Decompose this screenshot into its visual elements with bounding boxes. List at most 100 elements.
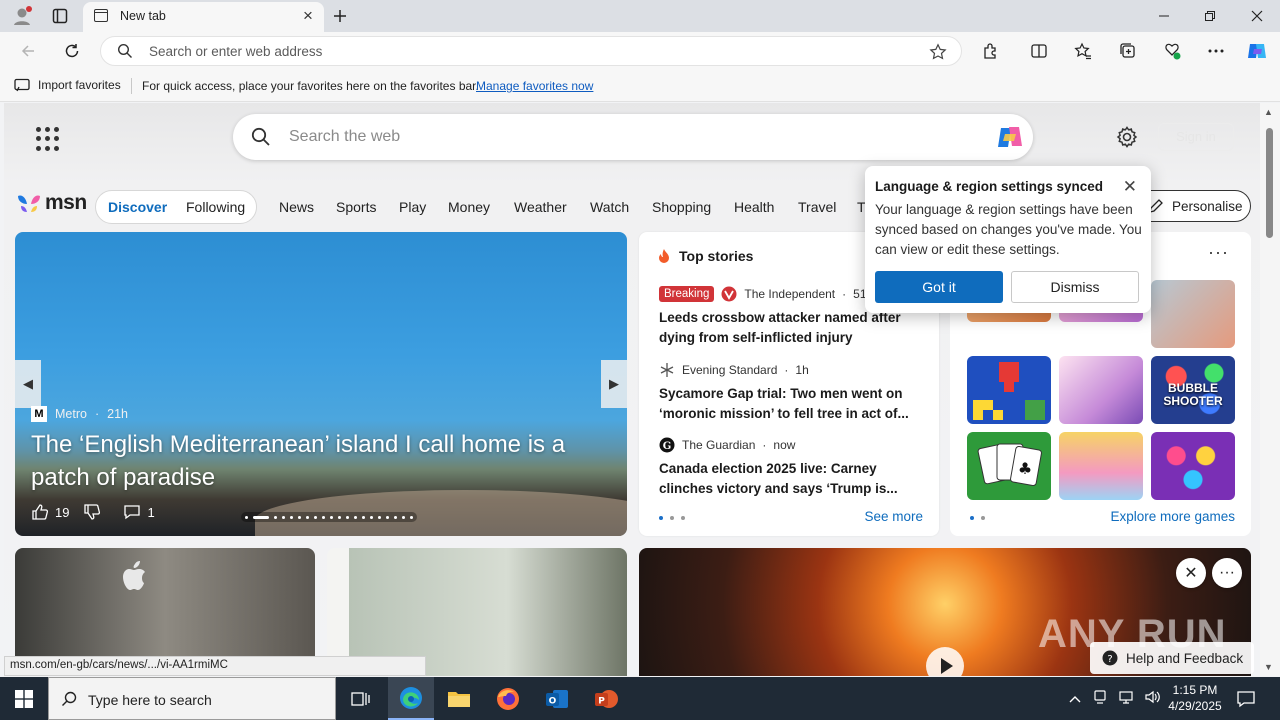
task-view-icon[interactable] bbox=[338, 677, 384, 720]
carousel-dot[interactable] bbox=[338, 515, 341, 519]
carousel-dot[interactable] bbox=[346, 515, 349, 519]
tab-following[interactable]: Following bbox=[186, 199, 245, 215]
scroll-up-icon[interactable]: ▲ bbox=[1264, 107, 1273, 117]
story-item[interactable]: Evening Standard · 1h Sycamore Gap trial… bbox=[659, 360, 921, 424]
favorite-star-icon[interactable] bbox=[929, 43, 947, 61]
play-icon[interactable] bbox=[925, 646, 965, 676]
category-sports[interactable]: Sports bbox=[336, 199, 376, 215]
carousel-prev-button[interactable]: ◀ bbox=[15, 360, 41, 408]
sign-in-button[interactable]: Sign in bbox=[1158, 123, 1234, 151]
category-health[interactable]: Health bbox=[734, 199, 774, 215]
carousel-dot[interactable] bbox=[245, 515, 248, 519]
copilot-search-icon[interactable] bbox=[995, 122, 1025, 152]
carousel-dot[interactable] bbox=[322, 515, 325, 519]
volume-icon[interactable] bbox=[1144, 689, 1160, 708]
favorites-icon[interactable] bbox=[1072, 40, 1094, 62]
games-more-icon[interactable]: ··· bbox=[1208, 242, 1229, 263]
carousel-dot[interactable] bbox=[362, 515, 365, 519]
category-shopping[interactable]: Shopping bbox=[652, 199, 711, 215]
edge-taskbar-icon[interactable] bbox=[388, 677, 434, 720]
app-launcher-icon[interactable] bbox=[36, 127, 60, 151]
top-stories-pager[interactable] bbox=[659, 516, 685, 520]
carousel-next-button[interactable]: ▶ bbox=[601, 360, 627, 408]
start-button[interactable] bbox=[0, 677, 48, 720]
card-more-icon[interactable]: ··· bbox=[1212, 558, 1242, 588]
tray-device-icon[interactable] bbox=[1092, 689, 1108, 708]
back-button[interactable] bbox=[13, 37, 43, 65]
page-scrollbar[interactable]: ▲ ▼ bbox=[1260, 103, 1280, 676]
game-tile-makeup-brushes[interactable] bbox=[1059, 356, 1143, 424]
msn-logo[interactable]: msn bbox=[16, 191, 87, 215]
scrollbar-thumb[interactable] bbox=[1266, 128, 1273, 238]
dismiss-card-icon[interactable]: ✕ bbox=[1176, 558, 1206, 588]
carousel-dots[interactable] bbox=[241, 512, 417, 522]
browser-essentials-icon[interactable] bbox=[1161, 40, 1183, 62]
scroll-down-icon[interactable]: ▼ bbox=[1264, 662, 1273, 672]
category-watch[interactable]: Watch bbox=[590, 199, 629, 215]
new-tab-plus-icon[interactable] bbox=[328, 4, 352, 28]
more-menu-icon[interactable] bbox=[1205, 40, 1227, 62]
tab-new-tab[interactable]: New tab × bbox=[83, 2, 324, 32]
category-news[interactable]: News bbox=[279, 199, 314, 215]
story-item[interactable]: G The Guardian · now Canada election 202… bbox=[659, 435, 921, 499]
hero-headline[interactable]: The ‘English Mediterranean’ island I cal… bbox=[31, 428, 611, 494]
carousel-dot[interactable] bbox=[290, 515, 293, 519]
tab-actions-icon[interactable] bbox=[48, 4, 72, 28]
split-screen-icon[interactable] bbox=[1028, 40, 1050, 62]
carousel-dot[interactable] bbox=[330, 515, 333, 519]
carousel-dot[interactable] bbox=[354, 515, 357, 519]
carousel-dot[interactable] bbox=[402, 515, 405, 519]
carousel-dot[interactable] bbox=[394, 515, 397, 519]
popup-close-icon[interactable]: ✕ bbox=[1123, 177, 1137, 197]
web-search-box[interactable]: Search the web bbox=[233, 114, 1033, 160]
file-explorer-icon[interactable] bbox=[436, 677, 482, 720]
carousel-dot[interactable] bbox=[386, 515, 389, 519]
notifications-icon[interactable] bbox=[1236, 689, 1256, 709]
carousel-dot[interactable] bbox=[282, 515, 285, 519]
carousel-dot[interactable] bbox=[370, 515, 373, 519]
hero-carousel[interactable]: ◀ ▶ M Metro · 21h The ‘English Mediterra… bbox=[15, 232, 627, 536]
game-tile-bubble-shooter[interactable]: BUBBLE SHOOTER bbox=[1151, 356, 1235, 424]
help-feedback-button[interactable]: ? Help and Feedback bbox=[1090, 642, 1254, 674]
close-window-button[interactable] bbox=[1234, 0, 1280, 32]
carousel-dot[interactable] bbox=[306, 515, 309, 519]
taskbar-clock[interactable]: 1:15 PM 4/29/2025 bbox=[1160, 682, 1230, 714]
extensions-icon[interactable] bbox=[980, 40, 1002, 62]
manage-favorites-link[interactable]: Manage favorites now bbox=[476, 79, 593, 93]
powerpoint-icon[interactable]: P bbox=[583, 677, 629, 720]
category-play[interactable]: Play bbox=[399, 199, 426, 215]
explore-games-link[interactable]: Explore more games bbox=[1110, 509, 1235, 524]
carousel-dot[interactable] bbox=[274, 515, 277, 519]
tab-discover[interactable]: Discover bbox=[108, 199, 167, 215]
network-icon[interactable] bbox=[1118, 689, 1134, 708]
got-it-button[interactable]: Got it bbox=[875, 271, 1003, 303]
carousel-dot[interactable] bbox=[298, 515, 301, 519]
thumbs-down-icon[interactable] bbox=[83, 503, 101, 521]
profile-icon[interactable] bbox=[10, 4, 34, 28]
collections-icon[interactable] bbox=[1117, 40, 1139, 62]
copilot-icon[interactable] bbox=[1246, 40, 1268, 62]
category-travel[interactable]: Travel bbox=[798, 199, 836, 215]
comments-button[interactable]: 1 bbox=[123, 503, 155, 521]
dismiss-button[interactable]: Dismiss bbox=[1011, 271, 1139, 303]
see-more-link[interactable]: See more bbox=[864, 509, 923, 524]
game-tile-block-puzzle[interactable] bbox=[967, 356, 1051, 424]
address-bar[interactable]: Search or enter web address bbox=[100, 36, 962, 66]
games-pager[interactable] bbox=[970, 516, 985, 520]
import-favorites-button[interactable]: Import favorites bbox=[14, 78, 121, 92]
refresh-button[interactable] bbox=[57, 37, 87, 65]
category-money[interactable]: Money bbox=[448, 199, 490, 215]
game-tile-cupcake[interactable] bbox=[1059, 432, 1143, 500]
carousel-dot[interactable] bbox=[378, 515, 381, 519]
outlook-icon[interactable]: O bbox=[534, 677, 580, 720]
firefox-icon[interactable] bbox=[485, 677, 531, 720]
game-tile-doctor[interactable] bbox=[1151, 280, 1235, 348]
carousel-dot[interactable] bbox=[314, 515, 317, 519]
like-button[interactable]: 19 bbox=[31, 503, 69, 521]
category-weather[interactable]: Weather bbox=[514, 199, 567, 215]
carousel-dot[interactable] bbox=[253, 515, 269, 519]
minimize-button[interactable] bbox=[1141, 0, 1187, 32]
game-tile-gem-match[interactable] bbox=[1151, 432, 1235, 500]
tab-close-icon[interactable]: × bbox=[298, 6, 318, 26]
taskbar-search-box[interactable]: Type here to search bbox=[48, 677, 336, 720]
